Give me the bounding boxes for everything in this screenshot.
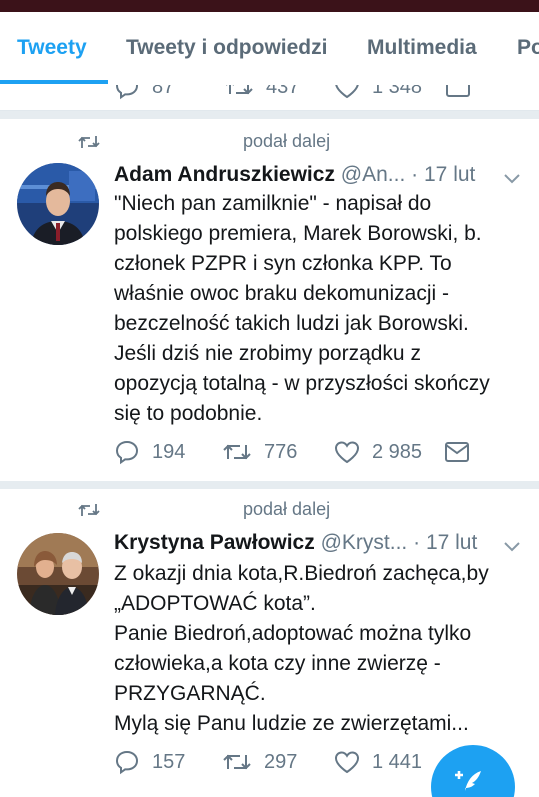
tweet-header: Krystyna Pawłowicz @Kryst... · 17 lut [114,531,477,555]
like-button[interactable]: 1 441 [334,748,422,776]
tweet-text-line: członek PZPR i syn członka KPP. To [114,252,452,275]
avatar-image [17,533,99,615]
chevron-down-icon[interactable] [503,173,521,185]
author-handle[interactable]: @Kryst... [321,531,408,554]
retweet-icon [226,85,253,95]
message-icon [445,442,469,462]
heart-icon [334,751,360,774]
status-bar [0,0,539,12]
tweet-text-line: bezczelność takich ludzi jak Borowski. [114,312,469,335]
tab-media[interactable]: Multimedia [367,36,477,60]
reply-icon [115,85,139,100]
message-icon [446,85,470,97]
previous-retweet-count: 437 [266,85,300,98]
tweet-text-line: Z okazji dnia kota,R.Biedroń zachęca,by [114,562,489,585]
profile-tabs: Tweety Tweety i odpowiedzi Multimedia Po [0,12,539,85]
message-button[interactable] [444,438,482,466]
author-handle[interactable]: @An... [341,163,406,186]
tab-likes[interactable]: Po [517,36,539,60]
previous-retweet-button[interactable]: 437 [224,85,299,101]
tweet-text-line: „ADOPTOWAĆ kota”. [114,592,316,615]
tweet-text-line: opozycją totalną - w przyszłości skończy [114,372,490,395]
retweet-count: 776 [264,440,298,463]
heart-icon [335,85,359,99]
previous-message-button[interactable] [445,85,483,101]
tweet-divider [0,481,539,489]
compose-tweet-icon [455,771,481,791]
tweet-text-line: się to podobnie. [114,402,263,425]
tweet-text: "Niech pan zamilknie" - napisał do polsk… [114,189,524,429]
tab-tweets-and-replies[interactable]: Tweety i odpowiedzi [126,36,327,60]
avatar-image [17,163,99,245]
tweet-text-line: Panie Biedroń,adoptować można tylko [114,622,472,645]
tweet-header: Adam Andruszkiewicz @An... · 17 lut [114,163,475,187]
like-count: 2 985 [372,440,423,463]
chevron-down-icon[interactable] [503,541,521,553]
reply-icon [115,750,139,775]
reply-icon [115,440,139,465]
retweet-icon [223,754,251,770]
author-name[interactable]: Adam Andruszkiewicz [114,163,335,186]
like-button[interactable]: 2 985 [334,438,422,466]
retweet-button[interactable]: 776 [222,438,297,466]
previous-like-count: 1 348 [372,85,423,98]
tweet[interactable]: podał dalej Adam Andruszkiewicz @An... ·… [0,119,539,481]
reply-count: 194 [152,440,186,463]
reply-button[interactable]: 194 [114,438,185,466]
tweet-timestamp[interactable]: 17 lut [426,531,477,554]
retweet-label[interactable]: podał dalej [243,131,330,152]
heart-icon [334,441,360,464]
tweet-text-line: "Niech pan zamilknie" - napisał do [114,192,432,215]
retweet-count: 297 [264,750,298,773]
author-name[interactable]: Krystyna Pawłowicz [114,531,315,554]
tweet-text-line: Jeśli dziś nie zrobimy porządku z [114,342,421,365]
previous-like-button[interactable]: 1 348 [334,85,422,101]
tweet-text-line: Mylą się Panu ludzie ze zwierzętami... [114,712,469,735]
separator-dot: · [411,163,419,186]
retweet-icon [223,444,251,460]
tweet-text-line: PRZYGARNĄĆ. [114,682,266,705]
retweet-button[interactable]: 297 [222,748,297,776]
separator-dot: · [413,531,421,554]
tweet-timestamp[interactable]: 17 lut [424,163,475,186]
tweet-text-line: polskiego premiera, Marek Borowski, b. [114,222,482,245]
tweet-actions: 194 776 2 985 [114,438,534,466]
previous-tweet-actions: 87 437 1 348 [0,85,539,111]
active-tab-indicator [0,80,108,84]
reply-button[interactable]: 157 [114,748,185,776]
avatar[interactable] [17,163,99,245]
retweet-icon [78,136,100,148]
previous-reply-count: 87 [152,85,175,98]
tab-tweets[interactable]: Tweety [17,36,87,60]
like-count: 1 441 [372,750,423,773]
avatar[interactable] [17,533,99,615]
previous-reply-button[interactable]: 87 [114,85,174,101]
tweet-text-line: człowieka,a kota czy inne zwierzę - [114,652,441,675]
retweet-icon [78,504,100,516]
reply-count: 157 [152,750,186,773]
retweet-label[interactable]: podał dalej [243,499,330,520]
tweet-text-line: właśnie owoc braku dekomunizacji - [114,282,449,305]
tweet-divider [0,111,539,119]
tweet-text: Z okazji dnia kota,R.Biedroń zachęca,by … [114,559,524,739]
